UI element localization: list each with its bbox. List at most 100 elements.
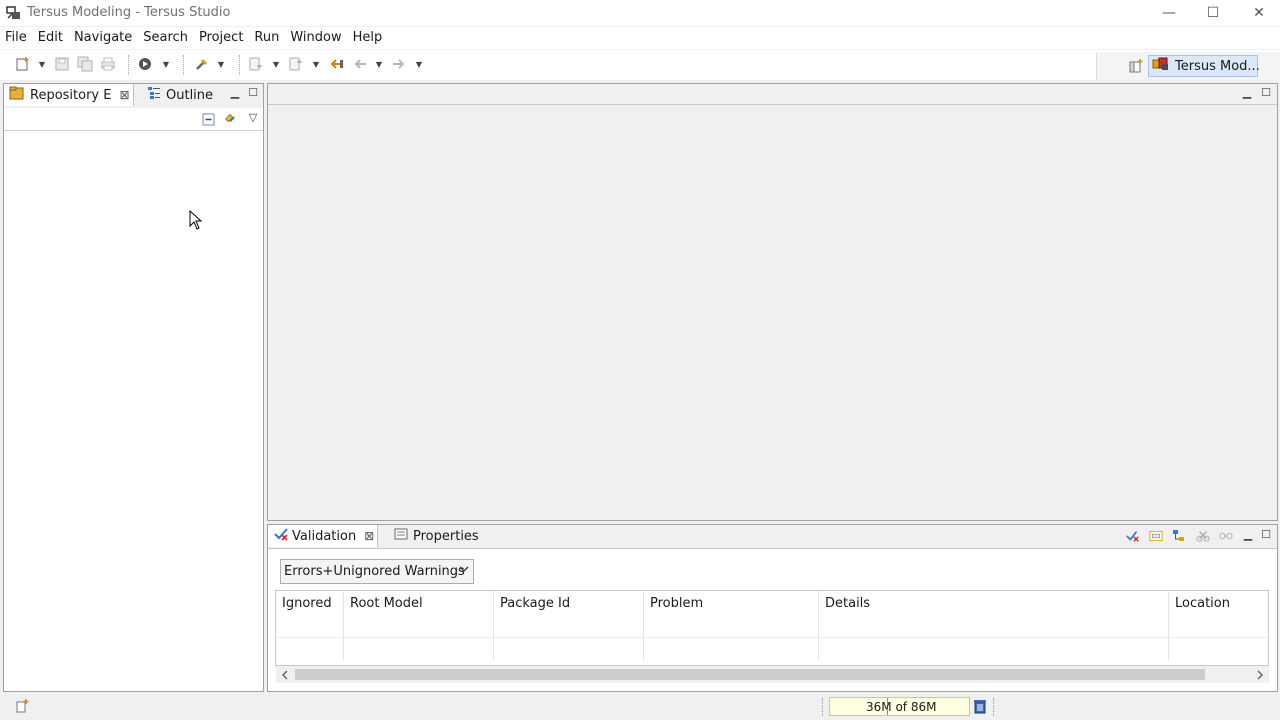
validation-filter-select[interactable]: Errors+Unignored Warnings — [280, 559, 474, 584]
tab-properties[interactable]: Properties — [394, 525, 479, 547]
column-header-location[interactable]: Location — [1169, 591, 1268, 637]
maximize-panel-icon[interactable]: ☐ — [246, 85, 260, 99]
filter-selected-value: Errors+Unignored Warnings — [284, 564, 465, 579]
fast-view-icon[interactable] — [14, 698, 30, 714]
tab-properties-label: Properties — [413, 528, 479, 544]
column-header-ignored[interactable]: Ignored — [276, 591, 344, 637]
left-panel: Repository E ⊠ Outline ▁ ☐ ▽ — [3, 83, 264, 692]
menu-window[interactable]: Window — [290, 27, 345, 49]
menu-bar: File Edit Navigate Search Project Run Wi… — [0, 27, 1280, 49]
print-icon — [100, 56, 116, 72]
menu-help[interactable]: Help — [353, 27, 387, 49]
title-bar: Tersus Modeling - Tersus Studio — ☐ ✕ — [0, 0, 1280, 26]
outline-icon — [147, 86, 161, 104]
tersus-perspective-button[interactable]: Tersus Mod... — [1148, 55, 1260, 77]
editor-tab-strip — [268, 84, 1277, 105]
chevron-down-icon — [459, 564, 469, 577]
clear-validation-icon[interactable] — [1126, 529, 1140, 543]
validation-icon — [273, 526, 289, 546]
minimize-editor-icon[interactable]: ▁ — [1240, 85, 1254, 99]
column-header-package-id[interactable]: Package Id — [494, 591, 644, 637]
tools-dropdown-icon[interactable]: ▼ — [217, 57, 225, 71]
main-toolbar — [0, 50, 1280, 80]
perspective-icon — [1152, 56, 1170, 76]
menu-search[interactable]: Search — [143, 27, 192, 49]
table-cell — [276, 638, 344, 660]
menu-run[interactable]: Run — [254, 27, 283, 49]
new-dropdown-icon[interactable]: ▼ — [38, 57, 46, 71]
close-button[interactable]: ✕ — [1236, 0, 1280, 26]
table-horizontal-scrollbar[interactable] — [276, 666, 1269, 683]
forward-dropdown-icon: ▼ — [415, 59, 423, 69]
table-row — [276, 637, 1268, 660]
save-icon — [54, 56, 70, 72]
open-perspective-icon[interactable] — [1128, 58, 1144, 74]
status-separator — [993, 698, 994, 716]
repository-icon — [9, 86, 25, 104]
status-bar — [0, 694, 1280, 720]
tab-outline-label: Outline — [166, 87, 214, 103]
forward-icon — [391, 56, 407, 72]
heap-status-text: 36M of 86M — [866, 699, 937, 714]
editor-area: ▁ ☐ — [267, 83, 1278, 521]
heap-status[interactable]: 36M of 86M — [829, 697, 970, 716]
hierarchy-icon[interactable] — [1172, 529, 1186, 543]
table-cell — [344, 638, 494, 660]
unignore-icon — [1219, 529, 1233, 543]
table-cell — [494, 638, 644, 660]
close-icon[interactable]: ⊠ — [119, 88, 129, 102]
tab-repository-label: Repository E — [30, 87, 112, 103]
window-title: Tersus Modeling - Tersus Studio — [27, 5, 231, 20]
maximize-button[interactable]: ☐ — [1190, 0, 1236, 26]
scroll-right-icon[interactable] — [1253, 667, 1267, 682]
tab-repository-explorer[interactable]: Repository E ⊠ — [4, 84, 134, 106]
column-header-details[interactable]: Details — [819, 591, 1169, 637]
minimize-button[interactable]: — — [1146, 0, 1192, 26]
scroll-left-icon[interactable] — [278, 667, 292, 682]
menu-navigate[interactable]: Navigate — [74, 27, 136, 49]
new-icon[interactable] — [15, 56, 31, 72]
toolbar-separator — [183, 55, 184, 75]
status-separator — [822, 698, 823, 716]
divider — [4, 130, 263, 131]
back-icon — [352, 56, 368, 72]
app-icon — [6, 5, 22, 21]
next-annotation-icon — [248, 56, 264, 72]
trash-icon[interactable] — [972, 698, 988, 714]
scrollbar-thumb[interactable] — [295, 669, 1205, 680]
tab-validation-label: Validation — [292, 528, 357, 544]
tab-validation[interactable]: Validation ⊠ — [268, 525, 378, 547]
mouse-cursor-icon — [189, 209, 203, 230]
run-icon[interactable] — [138, 56, 154, 72]
maximize-editor-icon[interactable]: ☐ — [1259, 85, 1273, 99]
view-menu-icon[interactable]: ▽ — [246, 110, 260, 124]
ignore-icon — [1196, 529, 1210, 543]
column-header-root-model[interactable]: Root Model — [344, 591, 494, 637]
back-dropdown-icon: ▼ — [375, 59, 383, 69]
toolbar-separator — [239, 55, 240, 75]
select-model-icon[interactable] — [1149, 529, 1163, 543]
tab-outline[interactable]: Outline — [147, 84, 217, 106]
properties-icon — [394, 527, 408, 545]
previous-annotation-icon — [288, 56, 304, 72]
menu-edit[interactable]: Edit — [38, 27, 67, 49]
minimize-validation-icon[interactable]: ▁ — [1241, 527, 1255, 541]
close-icon[interactable]: ⊠ — [364, 529, 374, 543]
perspective-label: Tersus Mod... — [1175, 58, 1260, 74]
run-dropdown-icon[interactable]: ▼ — [162, 57, 170, 71]
tools-icon[interactable] — [194, 56, 210, 72]
collapse-all-icon[interactable] — [201, 112, 215, 126]
maximize-validation-icon[interactable]: ☐ — [1259, 527, 1273, 541]
link-with-editor-icon[interactable] — [223, 111, 237, 125]
next-annotation-dropdown-icon: ▼ — [272, 59, 280, 69]
column-header-problem[interactable]: Problem — [644, 591, 819, 637]
menu-file[interactable]: File — [5, 27, 31, 49]
save-all-icon — [77, 56, 93, 72]
validation-table: Ignored Root Model Package Id Problem De… — [275, 590, 1269, 666]
minimize-panel-icon[interactable]: ▁ — [228, 85, 242, 99]
menu-project[interactable]: Project — [199, 27, 247, 49]
toolbar-separator — [128, 55, 129, 75]
last-edit-icon[interactable] — [328, 56, 344, 72]
table-cell — [819, 638, 1169, 660]
table-cell — [644, 638, 819, 660]
